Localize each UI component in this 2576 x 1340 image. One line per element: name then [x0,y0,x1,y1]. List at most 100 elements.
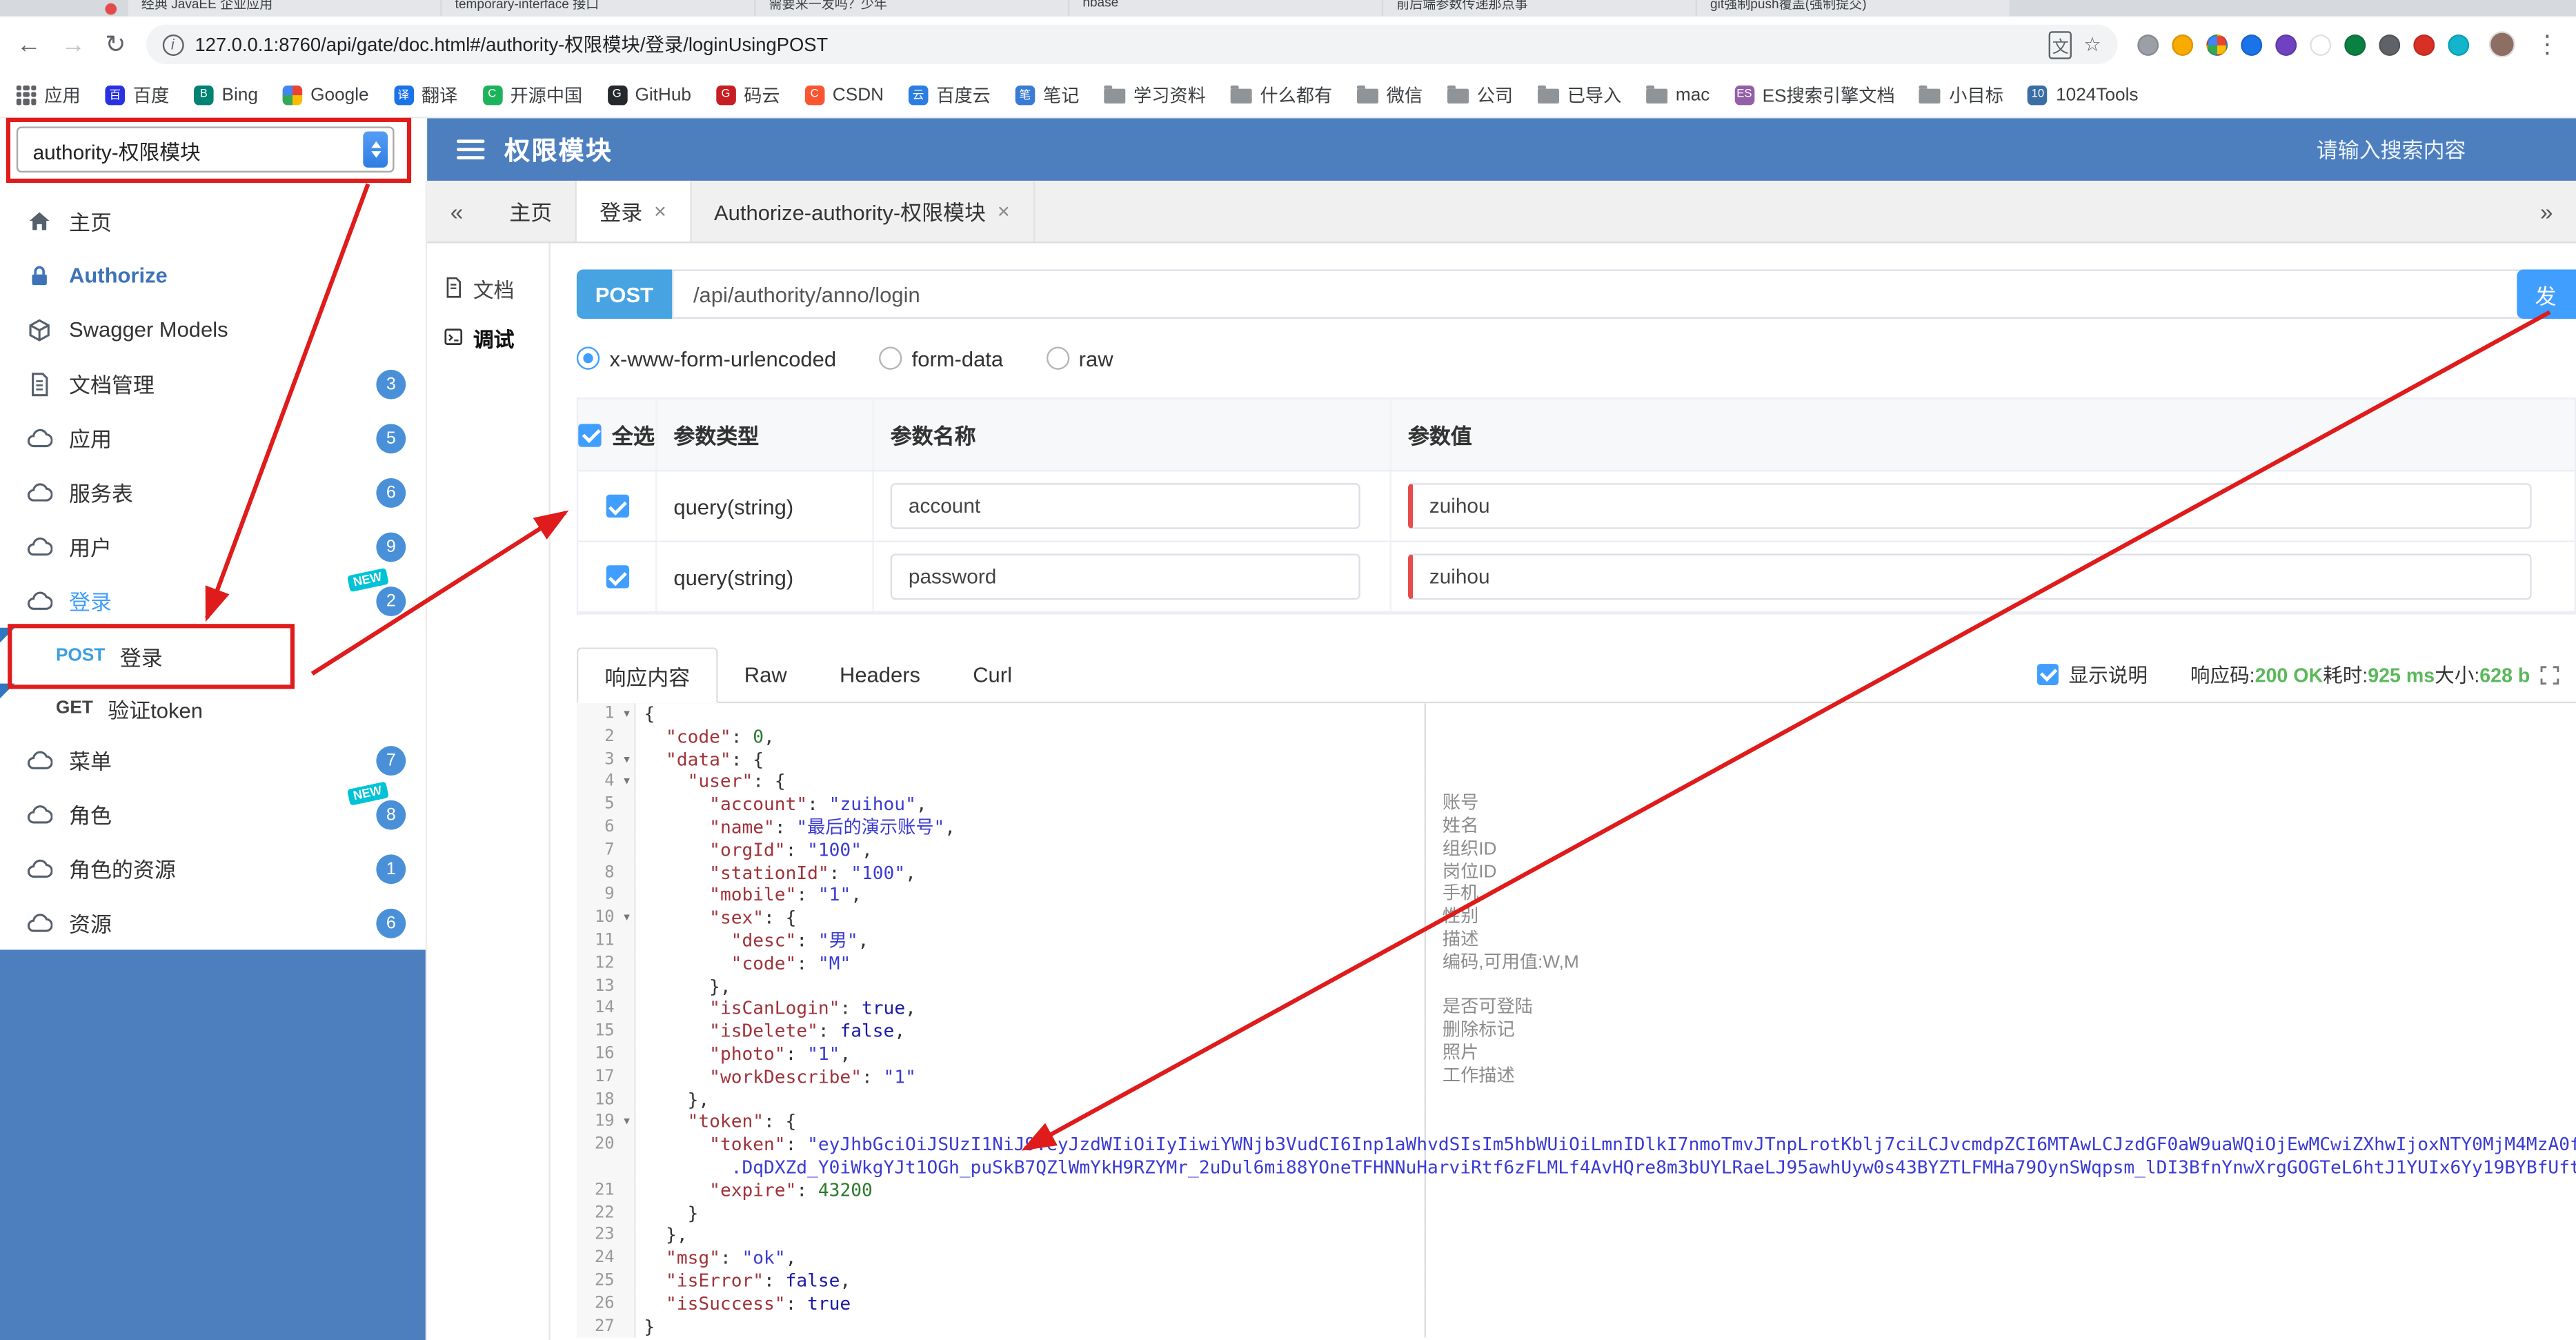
extension-red[interactable] [2413,33,2435,55]
profile-avatar[interactable] [2488,31,2515,58]
fold-arrow-icon[interactable]: ▼ [619,703,636,727]
doc-tab-主页[interactable]: 主页 [486,180,577,242]
browser-tab[interactable]: temporary-interface 接口 [442,0,755,17]
param-value-input[interactable]: zuihou [1407,553,2532,600]
address-bar[interactable]: i 127.0.0.1:8760/api/gate/doc.html#/auth… [145,24,2118,64]
fold-arrow-icon[interactable] [619,1292,636,1316]
response-tab-Raw[interactable]: Raw [718,647,813,702]
bookmark-应用[interactable]: 应用 [16,81,81,108]
extension-orange[interactable] [2172,33,2194,55]
radio-x-www-form-urlencoded[interactable]: x-www-form-urlencoded [576,346,836,371]
fullscreen-icon[interactable] [2540,664,2560,684]
bookmark-开源中国[interactable]: C 开源中国 [482,81,582,108]
radio-icon[interactable] [879,346,902,370]
bookmark-微信[interactable]: 微信 [1356,81,1423,108]
response-tab-Curl[interactable]: Curl [947,647,1038,702]
url-text[interactable]: 127.0.0.1:8760/api/gate/doc.html#/author… [195,31,2037,57]
fold-arrow-icon[interactable] [619,1021,636,1044]
response-tab-Headers[interactable]: Headers [813,647,947,702]
bookmark-百度[interactable]: 百 百度 [105,81,169,108]
bookmark-1024Tools[interactable]: 10 1024Tools [2028,84,2139,105]
sidebar-item-资源[interactable]: 资源 6 [0,896,426,950]
menu-icon[interactable] [457,139,485,159]
fold-arrow-icon[interactable]: ▼ [619,771,636,794]
fold-arrow-icon[interactable]: ▼ [619,907,636,930]
browser-tab[interactable]: 前后端参数传递那点事 [1383,0,1696,17]
sidebar-item-应用[interactable]: 应用 5 [0,411,426,465]
bookmark-GitHub[interactable]: G GitHub [606,84,691,105]
extension-teal[interactable] [2448,33,2470,55]
param-name-input[interactable]: password [890,553,1360,600]
radio-icon[interactable] [576,346,600,370]
send-button[interactable]: 发 [2517,269,2576,319]
browser-tab[interactable]: git强制push覆盖(强制提交) [1696,0,2010,17]
bookmark-百度云[interactable]: 云 百度云 [908,81,991,108]
fold-arrow-icon[interactable] [619,1270,636,1293]
search-input[interactable] [2316,137,2547,162]
translate-icon[interactable]: 文 [2049,30,2072,59]
sidebar-item-GET-验证token[interactable]: GET 验证token [0,683,426,733]
sidebar-item-登录[interactable]: 登录 2 NEW [0,566,426,628]
bookmark-CSDN[interactable]: C CSDN [804,84,884,105]
endpoint-path[interactable]: /api/authority/anno/login [671,269,2530,319]
bookmark-mac[interactable]: mac [1646,85,1710,104]
bookmark-已导入[interactable]: 已导入 [1537,81,1621,108]
bookmark-笔记[interactable]: 笔 笔记 [1015,81,1079,108]
fold-arrow-icon[interactable] [619,929,636,953]
extension-google[interactable] [2206,33,2228,55]
doc-nav-文档[interactable]: 文档 [427,263,548,312]
radio-icon[interactable] [1046,346,1069,370]
extension-green[interactable] [2344,33,2366,55]
fold-arrow-icon[interactable] [619,1043,636,1066]
param-name-input[interactable]: account [890,483,1360,529]
sidebar-item-用户[interactable]: 用户 9 [0,520,426,574]
doc-tab-登录[interactable]: 登录 × [576,180,691,242]
fold-arrow-icon[interactable] [619,862,636,885]
browser-tab[interactable]: 经典 JavaEE 企业应用 [128,0,441,17]
fold-arrow-icon[interactable] [619,839,636,863]
bookmark-star-icon[interactable]: ☆ [2083,35,2101,55]
fold-arrow-icon[interactable] [619,794,636,817]
fold-arrow-icon[interactable] [619,726,636,749]
fold-arrow-icon[interactable] [619,952,636,976]
doc-tab-Authorize-authority-权限模块[interactable]: Authorize-authority-权限模块 × [691,180,1035,242]
sidebar-item-角色的资源[interactable]: 角色的资源 1 [0,841,426,896]
extension-white[interactable] [2310,33,2332,55]
fold-arrow-icon[interactable] [619,1134,636,1157]
param-value-input[interactable]: zuihou [1407,483,2532,529]
chrome-menu-icon[interactable]: ⋮ [2535,32,2560,57]
fold-arrow-icon[interactable] [619,1156,636,1180]
browser-tab[interactable]: hbase [1069,0,1382,17]
fold-arrow-icon[interactable] [619,1179,636,1203]
sidebar-item-POST-登录[interactable]: POST 登录 [0,627,426,684]
forward-icon[interactable]: → [61,32,86,57]
fold-arrow-icon[interactable] [619,816,636,840]
bookmark-翻译[interactable]: 译 翻译 [393,81,457,108]
doc-nav-调试[interactable]: 调试 [427,312,548,361]
bookmark-码云[interactable]: G 码云 [715,81,780,108]
sidebar-item-菜单[interactable]: 菜单 7 [0,733,426,787]
sidebar-item-主页[interactable]: 主页 [0,194,426,248]
fold-arrow-icon[interactable] [619,1247,636,1270]
select-all-checkbox[interactable] [579,423,602,446]
bookmark-学习资料[interactable]: 学习资料 [1104,81,1206,108]
fold-arrow-icon[interactable] [619,1202,636,1225]
sidebar-item-角色[interactable]: 角色 8 NEW [0,780,426,842]
fold-arrow-icon[interactable] [619,1224,636,1248]
back-icon[interactable]: ← [17,32,41,57]
fold-arrow-icon[interactable] [619,885,636,907]
bookmark-Google[interactable]: Google [282,84,369,105]
sidebar-item-Authorize[interactable]: Authorize [0,248,426,303]
collapse-sidebar-icon[interactable]: « [427,181,486,242]
response-tab-响应内容[interactable]: 响应内容 [576,647,718,704]
close-tab-icon[interactable]: × [998,199,1010,224]
sidebar-item-文档管理[interactable]: 文档管理 3 [0,357,426,411]
fold-arrow-icon[interactable]: ▼ [619,748,636,771]
fold-arrow-icon[interactable]: ▼ [619,1111,636,1134]
fold-arrow-icon[interactable] [619,975,636,998]
reader-icon[interactable] [2137,33,2159,55]
fold-arrow-icon[interactable] [619,998,636,1021]
param-checkbox[interactable] [605,494,628,518]
param-checkbox[interactable] [605,565,628,589]
module-select[interactable]: authority-权限模块 [16,126,395,173]
